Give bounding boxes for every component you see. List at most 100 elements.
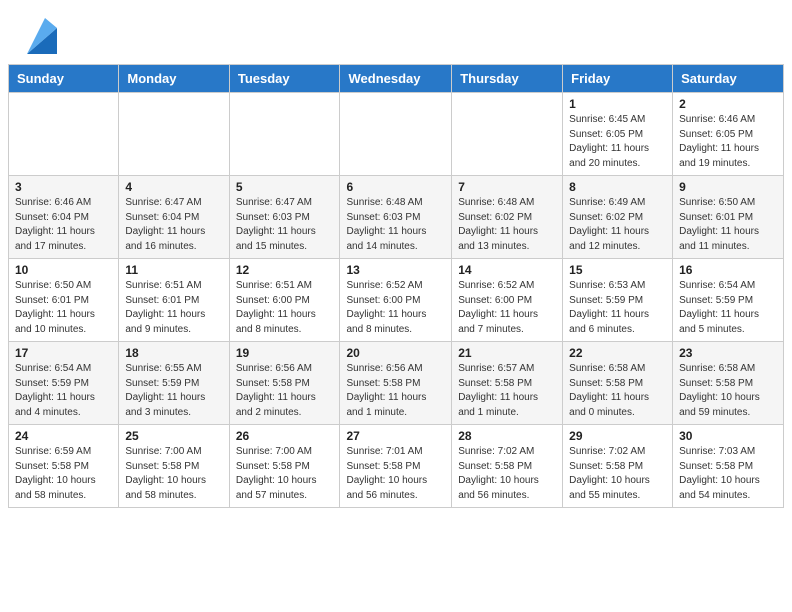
weekday-header: Thursday [452, 65, 563, 93]
calendar-cell [340, 93, 452, 176]
day-info: Sunrise: 6:46 AMSunset: 6:05 PMDaylight:… [679, 113, 777, 171]
calendar-cell: 21Sunrise: 6:57 AMSunset: 5:58 PMDayligh… [452, 342, 563, 425]
day-number: 4 [125, 180, 222, 194]
day-number: 20 [346, 346, 445, 360]
day-info: Sunrise: 7:02 AMSunset: 5:58 PMDaylight:… [458, 445, 556, 503]
day-number: 19 [236, 346, 334, 360]
day-number: 17 [15, 346, 112, 360]
day-number: 29 [569, 429, 666, 443]
day-info: Sunrise: 6:55 AMSunset: 5:59 PMDaylight:… [125, 362, 222, 420]
day-number: 25 [125, 429, 222, 443]
calendar-week-row: 1 Sunrise: 6:45 AMSunset: 6:05 PMDaylight… [9, 93, 784, 176]
calendar-cell: 14Sunrise: 6:52 AMSunset: 6:00 PMDayligh… [452, 259, 563, 342]
day-info: Sunrise: 6:45 AMSunset: 6:05 PMDaylight:… [569, 113, 666, 171]
calendar-cell: 15Sunrise: 6:53 AMSunset: 5:59 PMDayligh… [563, 259, 673, 342]
calendar-cell: 18 Sunrise: 6:55 AMSunset: 5:59 PMDayligh… [119, 342, 229, 425]
calendar-cell: 4 Sunrise: 6:47 AMSunset: 6:04 PMDaylight… [119, 176, 229, 259]
calendar-cell: 16 Sunrise: 6:54 AMSunset: 5:59 PMDayligh… [673, 259, 784, 342]
day-number: 22 [569, 346, 666, 360]
day-info: Sunrise: 6:49 AMSunset: 6:02 PMDaylight:… [569, 196, 666, 254]
day-info: Sunrise: 6:46 AMSunset: 6:04 PMDaylight:… [15, 196, 112, 254]
day-info: Sunrise: 7:00 AMSunset: 5:58 PMDaylight:… [125, 445, 222, 503]
day-info: Sunrise: 6:58 AMSunset: 5:58 PMDaylight:… [569, 362, 666, 420]
day-number: 28 [458, 429, 556, 443]
calendar-cell: 10 Sunrise: 6:50 AMSunset: 6:01 PMDayligh… [9, 259, 119, 342]
day-info: Sunrise: 6:52 AMSunset: 6:00 PMDaylight:… [346, 279, 445, 337]
day-info: Sunrise: 6:54 AMSunset: 5:59 PMDaylight:… [15, 362, 112, 420]
day-number: 12 [236, 263, 334, 277]
day-number: 10 [15, 263, 112, 277]
calendar-cell: 7 Sunrise: 6:48 AMSunset: 6:02 PMDaylight… [452, 176, 563, 259]
day-number: 5 [236, 180, 334, 194]
calendar-header: SundayMondayTuesdayWednesdayThursdayFrid… [9, 65, 784, 93]
calendar-week-row: 24Sunrise: 6:59 AMSunset: 5:58 PMDayligh… [9, 425, 784, 508]
day-info: Sunrise: 6:47 AMSunset: 6:04 PMDaylight:… [125, 196, 222, 254]
day-number: 11 [125, 263, 222, 277]
calendar-cell: 29 Sunrise: 7:02 AMSunset: 5:58 PMDayligh… [563, 425, 673, 508]
day-info: Sunrise: 7:01 AMSunset: 5:58 PMDaylight:… [346, 445, 445, 503]
logo [24, 18, 57, 54]
day-info: Sunrise: 6:51 AMSunset: 6:01 PMDaylight:… [125, 279, 222, 337]
page-header [0, 0, 792, 64]
day-number: 13 [346, 263, 445, 277]
day-info: Sunrise: 6:50 AMSunset: 6:01 PMDaylight:… [15, 279, 112, 337]
calendar-cell [119, 93, 229, 176]
day-number: 27 [346, 429, 445, 443]
calendar-cell: 30 Sunrise: 7:03 AMSunset: 5:58 PMDayligh… [673, 425, 784, 508]
calendar-cell: 8 Sunrise: 6:49 AMSunset: 6:02 PMDaylight… [563, 176, 673, 259]
calendar-cell: 26 Sunrise: 7:00 AMSunset: 5:58 PMDayligh… [229, 425, 340, 508]
calendar-cell [452, 93, 563, 176]
day-number: 18 [125, 346, 222, 360]
day-info: Sunrise: 6:48 AMSunset: 6:02 PMDaylight:… [458, 196, 556, 254]
day-info: Sunrise: 6:58 AMSunset: 5:58 PMDaylight:… [679, 362, 777, 420]
calendar-cell: 2 Sunrise: 6:46 AMSunset: 6:05 PMDaylight… [673, 93, 784, 176]
calendar-table: SundayMondayTuesdayWednesdayThursdayFrid… [8, 64, 784, 508]
calendar-cell: 3Sunrise: 6:46 AMSunset: 6:04 PMDaylight… [9, 176, 119, 259]
calendar-cell: 11 Sunrise: 6:51 AMSunset: 6:01 PMDayligh… [119, 259, 229, 342]
day-info: Sunrise: 7:03 AMSunset: 5:58 PMDaylight:… [679, 445, 777, 503]
day-number: 1 [569, 97, 666, 111]
day-number: 21 [458, 346, 556, 360]
day-info: Sunrise: 6:51 AMSunset: 6:00 PMDaylight:… [236, 279, 334, 337]
day-info: Sunrise: 6:48 AMSunset: 6:03 PMDaylight:… [346, 196, 445, 254]
calendar-cell [229, 93, 340, 176]
weekday-row: SundayMondayTuesdayWednesdayThursdayFrid… [9, 65, 784, 93]
calendar-cell: 5 Sunrise: 6:47 AMSunset: 6:03 PMDaylight… [229, 176, 340, 259]
day-number: 9 [679, 180, 777, 194]
calendar-week-row: 17 Sunrise: 6:54 AMSunset: 5:59 PMDayligh… [9, 342, 784, 425]
day-number: 16 [679, 263, 777, 277]
calendar-week-row: 10 Sunrise: 6:50 AMSunset: 6:01 PMDayligh… [9, 259, 784, 342]
day-number: 8 [569, 180, 666, 194]
calendar-cell: 28 Sunrise: 7:02 AMSunset: 5:58 PMDayligh… [452, 425, 563, 508]
day-number: 14 [458, 263, 556, 277]
weekday-header: Friday [563, 65, 673, 93]
day-info: Sunrise: 7:02 AMSunset: 5:58 PMDaylight:… [569, 445, 666, 503]
calendar-cell: 13 Sunrise: 6:52 AMSunset: 6:00 PMDayligh… [340, 259, 452, 342]
calendar-week-row: 3Sunrise: 6:46 AMSunset: 6:04 PMDaylight… [9, 176, 784, 259]
day-number: 2 [679, 97, 777, 111]
calendar-cell: 22 Sunrise: 6:58 AMSunset: 5:58 PMDayligh… [563, 342, 673, 425]
weekday-header: Saturday [673, 65, 784, 93]
day-info: Sunrise: 6:53 AMSunset: 5:59 PMDaylight:… [569, 279, 666, 337]
calendar-cell: 20 Sunrise: 6:56 AMSunset: 5:58 PMDayligh… [340, 342, 452, 425]
day-info: Sunrise: 7:00 AMSunset: 5:58 PMDaylight:… [236, 445, 334, 503]
day-info: Sunrise: 6:56 AMSunset: 5:58 PMDaylight:… [236, 362, 334, 420]
weekday-header: Wednesday [340, 65, 452, 93]
calendar-cell: 25 Sunrise: 7:00 AMSunset: 5:58 PMDayligh… [119, 425, 229, 508]
day-number: 24 [15, 429, 112, 443]
day-info: Sunrise: 6:56 AMSunset: 5:58 PMDaylight:… [346, 362, 445, 420]
calendar-cell [9, 93, 119, 176]
calendar-cell: 24Sunrise: 6:59 AMSunset: 5:58 PMDayligh… [9, 425, 119, 508]
day-number: 6 [346, 180, 445, 194]
day-number: 7 [458, 180, 556, 194]
day-number: 30 [679, 429, 777, 443]
calendar-cell: 6 Sunrise: 6:48 AMSunset: 6:03 PMDaylight… [340, 176, 452, 259]
calendar-cell: 19 Sunrise: 6:56 AMSunset: 5:58 PMDayligh… [229, 342, 340, 425]
day-info: Sunrise: 6:50 AMSunset: 6:01 PMDaylight:… [679, 196, 777, 254]
day-number: 26 [236, 429, 334, 443]
day-info: Sunrise: 6:54 AMSunset: 5:59 PMDaylight:… [679, 279, 777, 337]
day-info: Sunrise: 6:47 AMSunset: 6:03 PMDaylight:… [236, 196, 334, 254]
calendar-cell: 27 Sunrise: 7:01 AMSunset: 5:58 PMDayligh… [340, 425, 452, 508]
calendar-cell: 12 Sunrise: 6:51 AMSunset: 6:00 PMDayligh… [229, 259, 340, 342]
calendar-cell: 17 Sunrise: 6:54 AMSunset: 5:59 PMDayligh… [9, 342, 119, 425]
